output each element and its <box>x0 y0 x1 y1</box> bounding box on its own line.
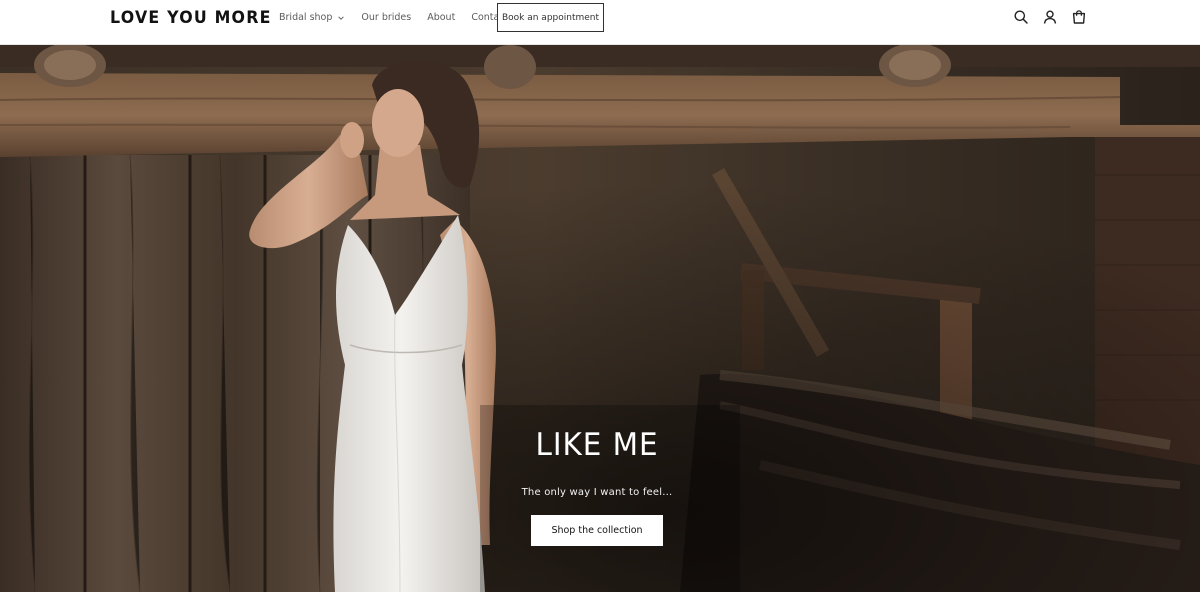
nav-item-label: Bridal shop <box>279 12 333 23</box>
chevron-down-icon <box>338 16 345 20</box>
site-header: LOVE YOU MORE Bridal shop Our brides Abo… <box>0 0 1200 45</box>
book-appointment-button[interactable]: Book an appointment <box>497 3 604 32</box>
shop-collection-button[interactable]: Shop the collection <box>531 515 663 546</box>
nav-item-label: About <box>427 12 456 23</box>
hero-title: LIKE ME <box>535 427 659 463</box>
search-icon[interactable] <box>1013 9 1029 25</box>
hero-subtitle: The only way I want to feel... <box>521 487 673 498</box>
account-icon[interactable] <box>1042 9 1058 25</box>
site-logo[interactable]: LOVE YOU MORE <box>110 8 272 28</box>
nav-item-about[interactable]: About <box>427 11 455 25</box>
main-nav: Bridal shop Our brides About Contact <box>279 11 508 25</box>
hero-banner: LIKE ME The only way I want to feel... S… <box>0 45 1200 592</box>
cart-icon[interactable] <box>1071 9 1087 25</box>
nav-item-label: Our brides <box>361 12 412 23</box>
nav-item-bridal-shop[interactable]: Bridal shop <box>279 11 345 25</box>
nav-item-our-brides[interactable]: Our brides <box>361 11 411 25</box>
hero-content: LIKE ME The only way I want to feel... S… <box>397 423 797 546</box>
